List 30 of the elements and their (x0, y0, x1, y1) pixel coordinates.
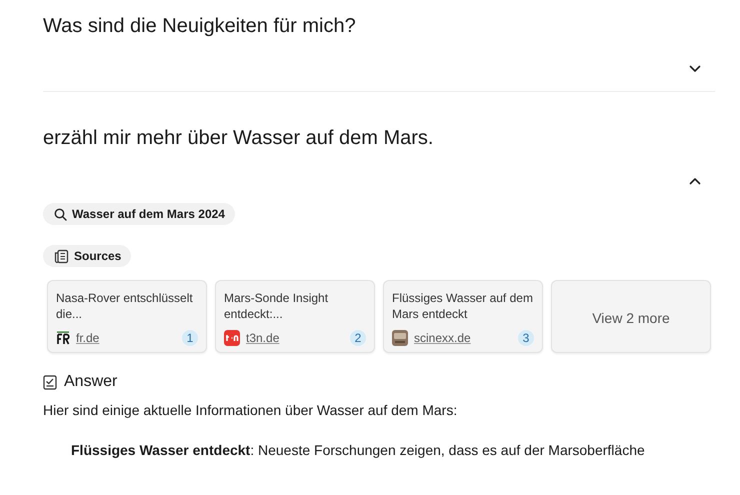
site-logo-icon (392, 330, 408, 346)
source-link[interactable]: fr.de (76, 331, 176, 345)
search-icon (54, 208, 67, 220)
site-logo-icon (224, 330, 240, 346)
question-text: Was sind die Neuigkeiten für mich? (43, 14, 357, 39)
chevron-down-icon (689, 65, 701, 73)
answer-point: Flüssiges Wasser entdeckt: Neueste Forschungen zeigen, dass es auf der Marsoberfläche (71, 441, 646, 460)
source-link[interactable]: scinexx.de (414, 331, 512, 345)
citation-number: 2 (350, 330, 366, 346)
search-query-chip[interactable]: Wasser auf dem Mars 2024 (43, 203, 235, 225)
collapse-toggle[interactable] (688, 175, 702, 187)
source-card[interactable]: Nasa-Rover entschlüsselt die... fr.de 1 (47, 280, 207, 353)
view-more-button[interactable]: View 2 more (551, 280, 711, 353)
answer-text: Hier sind einige aktuelle Informationen über Wasser auf dem Mars: (43, 401, 458, 420)
newspaper-icon (54, 248, 69, 264)
source-title: Mars-Sonde Insight entdeckt:... (224, 290, 330, 322)
citation-number: 1 (182, 330, 198, 346)
citation-number: 3 (518, 330, 534, 346)
answer-icon (43, 374, 57, 390)
source-title: Nasa-Rover entschlüsselt die... (56, 290, 194, 322)
source-link[interactable]: t3n.de (246, 331, 344, 345)
source-card[interactable]: Mars-Sonde Insight entdeckt:... t3n.de 2 (215, 280, 375, 353)
chevron-up-icon (689, 177, 701, 185)
site-logo-icon (56, 331, 70, 345)
collapse-toggle[interactable] (688, 63, 702, 75)
sources-chip: Sources (43, 245, 132, 267)
source-card[interactable]: Flüssiges Wasser auf dem Mars entdeckt scinexx.de 3 (383, 280, 543, 353)
question-text: erzähl mir mehr über Wasser auf dem Mars. (43, 126, 434, 151)
source-title: Flüssiges Wasser auf dem Mars entdeckt (392, 290, 534, 322)
answer-heading: Answer (64, 373, 118, 391)
